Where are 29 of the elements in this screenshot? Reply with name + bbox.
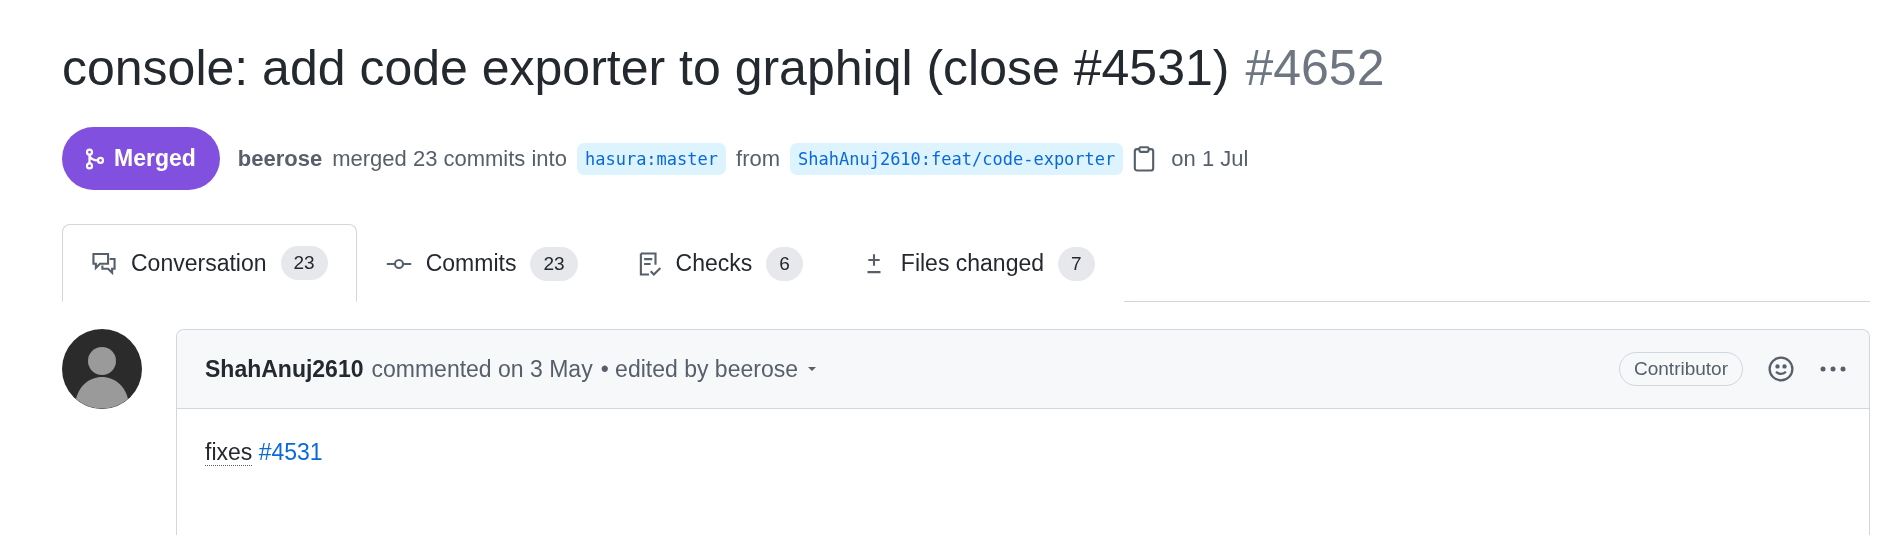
pull-request-number: #4652: [1245, 39, 1385, 98]
from-label: from: [736, 145, 780, 172]
merge-description: merged 23 commits into: [332, 145, 567, 172]
avatar[interactable]: [62, 329, 142, 409]
edited-by[interactable]: • edited by beerose: [600, 355, 798, 383]
copy-icon[interactable]: [1133, 145, 1156, 172]
comment-date: commented on 3 May: [371, 355, 593, 383]
branch-label[interactable]: ShahAnuj2610:feat/code-exporter: [790, 142, 1124, 175]
tab-counter: 23: [280, 246, 328, 280]
merge-icon: [84, 147, 106, 170]
tab[interactable]: Conversation 23: [62, 224, 357, 302]
tab-label: Commits: [425, 250, 517, 277]
issue-link[interactable]: #4531: [258, 439, 323, 465]
status-badge: Merged: [62, 127, 220, 190]
merge-date: on 1 Jul: [1171, 145, 1249, 172]
branch-label[interactable]: hasura:master: [576, 142, 726, 175]
pull-request-title: console: add code exporter to graphiql (close #4531): [62, 39, 1230, 98]
tab-counter: 6: [766, 246, 803, 281]
tab-label: Checks: [675, 250, 753, 277]
tab-counter: 23: [530, 246, 578, 281]
tab-counter: 7: [1058, 246, 1095, 281]
smiley-icon[interactable]: [1767, 355, 1795, 383]
author-link[interactable]: beerose: [237, 145, 323, 172]
comments-icon: [91, 250, 117, 276]
tab-label: Files changed: [900, 250, 1045, 277]
more-icon[interactable]: [1819, 365, 1847, 373]
comment-author[interactable]: ShahAnuj2610: [205, 355, 364, 383]
tab-label: Conversation: [131, 249, 267, 277]
comment-text: fixes: [205, 439, 253, 466]
